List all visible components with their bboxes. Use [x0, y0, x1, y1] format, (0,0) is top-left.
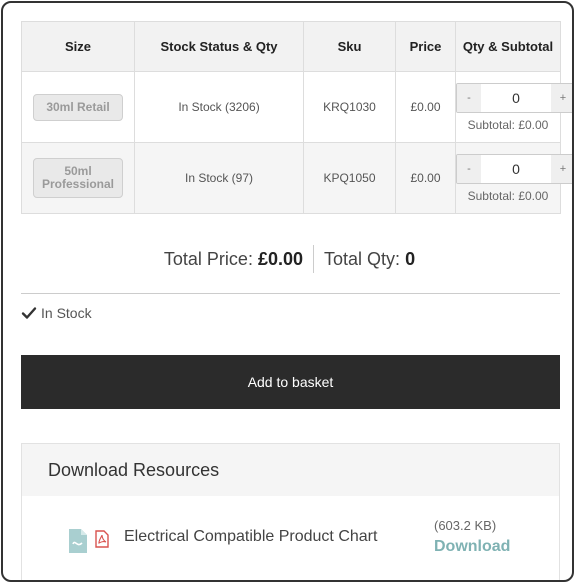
quantity-stepper: - +: [456, 153, 572, 184]
variant-table: Size Stock Status & Qty Sku Price Qty & …: [21, 21, 572, 214]
price-cell: £0.00: [395, 71, 456, 143]
qty-cell: - + Subtotal: £0.00: [455, 71, 572, 143]
sku-cell: KPQ1050: [303, 142, 396, 214]
stock-status: In Stock: [21, 305, 92, 321]
header-sku: Sku: [303, 21, 396, 72]
size-cell: 30ml Retail: [21, 71, 135, 143]
header-price: Price: [395, 21, 456, 72]
size-chip[interactable]: 50ml Professional: [33, 158, 123, 198]
resource-name[interactable]: Electrical Compatible Product Chart: [124, 528, 377, 546]
row-subtotal: Subtotal: £0.00: [467, 188, 549, 203]
total-qty-value: 0: [405, 248, 416, 269]
totals-divider: [313, 245, 315, 273]
header-stock-status: Stock Status & Qty: [134, 21, 304, 72]
header-size: Size: [21, 21, 135, 72]
stock-cell: In Stock (3206): [134, 71, 304, 143]
size-chip[interactable]: 30ml Retail: [33, 93, 123, 121]
download-link[interactable]: Download: [434, 538, 510, 556]
checkmark-icon: [21, 307, 37, 319]
download-resources-title: Download Resources: [22, 444, 559, 496]
decrement-button[interactable]: -: [457, 83, 481, 112]
header-qty-subtotal: Qty & Subtotal: [455, 21, 561, 72]
resource-file-size: (603.2 KB): [434, 518, 497, 533]
decrement-button[interactable]: -: [457, 154, 481, 183]
increment-button[interactable]: +: [551, 154, 572, 183]
total-price-value: £0.00: [257, 248, 304, 269]
table-row: 50ml Professional In Stock (97) KPQ1050 …: [21, 142, 572, 214]
stock-status-text: In Stock: [41, 305, 92, 321]
total-price-label: Total Price:: [163, 248, 253, 269]
totals-bar: Total Price: £0.00 Total Qty: 0: [3, 243, 572, 275]
size-cell: 50ml Professional: [21, 142, 135, 214]
pdf-icon: [95, 530, 109, 548]
file-icon: [69, 529, 87, 553]
price-cell: £0.00: [395, 142, 456, 214]
add-to-basket-button[interactable]: Add to basket: [21, 355, 560, 409]
quantity-stepper: - +: [456, 82, 572, 113]
table-header-row: Size Stock Status & Qty Sku Price Qty & …: [21, 21, 561, 72]
total-qty-label: Total Qty:: [324, 248, 401, 269]
resource-item: Electrical Compatible Product Chart (603…: [22, 514, 561, 564]
sku-cell: KRQ1030: [303, 71, 396, 143]
quantity-input[interactable]: [481, 83, 551, 112]
product-options-panel: Size Stock Status & Qty Sku Price Qty & …: [1, 1, 574, 582]
download-resources-panel: Download Resources Electrical Compatible…: [21, 443, 561, 580]
qty-cell: - + Subtotal: £0.00: [455, 142, 572, 214]
table-row: 30ml Retail In Stock (3206) KRQ1030 £0.0…: [21, 71, 572, 143]
quantity-input[interactable]: [481, 154, 551, 183]
section-divider: [21, 293, 560, 294]
stock-cell: In Stock (97): [134, 142, 304, 214]
row-subtotal: Subtotal: £0.00: [467, 117, 549, 132]
increment-button[interactable]: +: [551, 83, 572, 112]
